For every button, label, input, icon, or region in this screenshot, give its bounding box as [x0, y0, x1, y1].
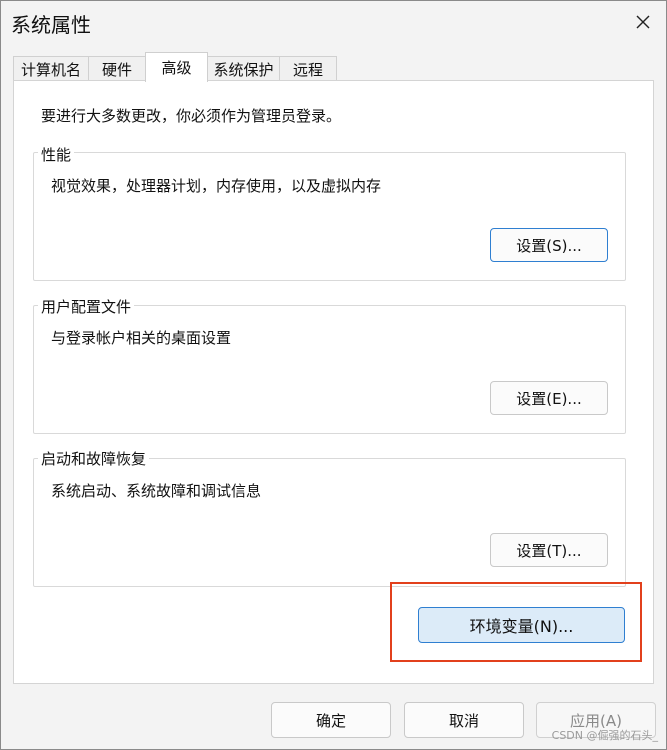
tab-remote[interactable]: 远程	[279, 56, 337, 81]
tab-computer-name[interactable]: 计算机名	[13, 56, 89, 81]
close-button[interactable]	[623, 5, 663, 39]
performance-description: 视觉效果，处理器计划，内存使用，以及虚拟内存	[51, 177, 382, 195]
tab-system-protection[interactable]: 系统保护	[207, 56, 280, 81]
startup-recovery-settings-button[interactable]: 设置(T)...	[490, 533, 608, 567]
system-properties-window: 系统属性 计算机名 硬件 高级 系统保护 远程 要进行大多数更改，你必须作为管理…	[0, 0, 667, 750]
startup-recovery-group-title: 启动和故障恢复	[38, 448, 150, 469]
performance-group-title: 性能	[38, 144, 75, 165]
user-profiles-description: 与登录帐户相关的桌面设置	[51, 329, 232, 347]
ok-button[interactable]: 确定	[271, 702, 391, 738]
admin-note: 要进行大多数更改，你必须作为管理员登录。	[41, 107, 342, 125]
user-profiles-group-title: 用户配置文件	[38, 296, 135, 317]
watermark: CSDN @倔强的石头_	[551, 729, 658, 742]
tab-hardware[interactable]: 硬件	[88, 56, 146, 81]
close-icon	[636, 15, 650, 29]
cancel-button[interactable]: 取消	[404, 702, 524, 738]
environment-variables-button[interactable]: 环境变量(N)...	[418, 607, 625, 643]
startup-recovery-description: 系统启动、系统故障和调试信息	[51, 482, 262, 500]
user-profiles-settings-button[interactable]: 设置(E)...	[490, 381, 608, 415]
startup-recovery-group	[33, 458, 626, 587]
tab-advanced[interactable]: 高级	[145, 52, 208, 82]
window-title: 系统属性	[11, 13, 91, 37]
performance-settings-button[interactable]: 设置(S)...	[490, 228, 608, 262]
